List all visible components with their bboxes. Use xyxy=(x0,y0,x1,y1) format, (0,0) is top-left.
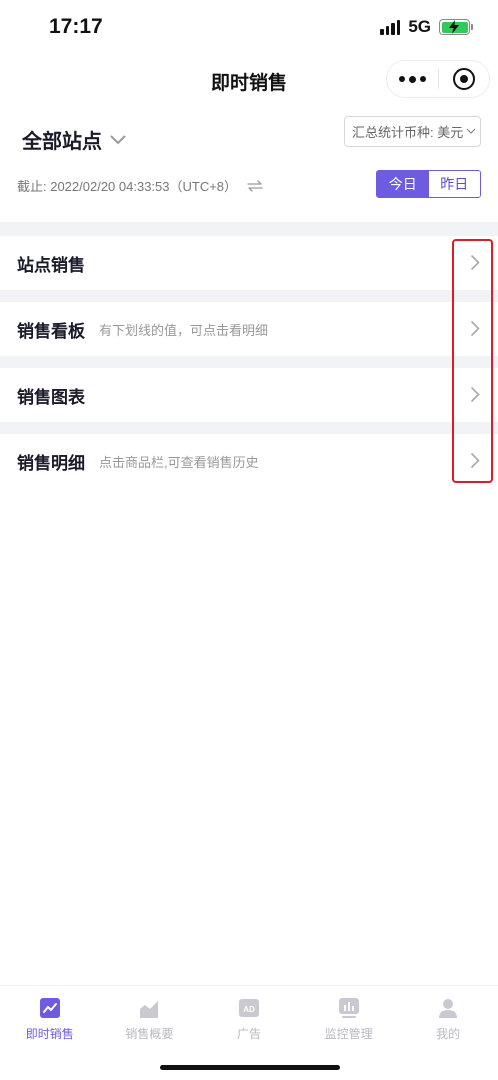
swap-icon[interactable] xyxy=(247,179,263,192)
highlight-annotation-box xyxy=(452,239,493,483)
ad-icon: AD xyxy=(238,999,259,1017)
svg-text:AD: AD xyxy=(243,1005,255,1014)
section-divider xyxy=(0,222,498,236)
mini-program-capsule xyxy=(386,60,490,98)
day-toggle: 今日 昨日 xyxy=(376,170,481,198)
signal-icon xyxy=(380,19,401,35)
home-indicator xyxy=(160,1065,340,1070)
target-icon xyxy=(452,68,475,90)
network-type: 5G xyxy=(408,17,431,36)
tab-label: 监控管理 xyxy=(324,1027,373,1041)
more-dots-icon xyxy=(398,75,426,83)
menu-row-title: 销售明细 xyxy=(17,453,85,473)
menu-row-title: 销售看板 xyxy=(17,321,85,341)
person-icon xyxy=(439,999,458,1018)
menu-row-hint: 点击商品栏,可查看销售历史 xyxy=(99,454,259,470)
menu-row-hint: 有下划线的值，可点击看明细 xyxy=(99,322,269,338)
today-button[interactable]: 今日 xyxy=(377,171,429,197)
nav-bar: 即时销售 xyxy=(0,54,498,104)
section-divider xyxy=(0,422,498,434)
menu-row-sales-details[interactable]: 销售明细 点击商品栏,可查看销售历史 xyxy=(0,434,498,488)
menu-row-sales-dashboard[interactable]: 销售看板 有下划线的值，可点击看明细 xyxy=(0,302,498,356)
as-of-timestamp: 截止: 2022/02/20 04:33:53（UTC+8） xyxy=(17,176,263,195)
status-time: 17:17 xyxy=(49,15,103,38)
chart-line-icon xyxy=(39,998,60,1018)
close-mini-program-button[interactable] xyxy=(438,60,489,98)
chevron-down-icon xyxy=(466,128,476,134)
area-chart-icon xyxy=(140,1001,159,1018)
as-of-text: 截止: 2022/02/20 04:33:53（UTC+8） xyxy=(17,179,238,194)
tab-profile[interactable]: 我的 xyxy=(398,986,498,1080)
section-divider xyxy=(0,356,498,368)
status-bar: 17:17 5G xyxy=(0,0,498,54)
currency-selector[interactable]: 汇总统计币种: 美元 xyxy=(344,116,481,147)
site-selector[interactable]: 全部站点 xyxy=(22,125,126,154)
tab-label: 销售概要 xyxy=(125,1027,174,1041)
status-indicators: 5G xyxy=(380,17,473,37)
currency-selector-label: 汇总统计币种: 美元 xyxy=(352,125,464,140)
yesterday-button[interactable]: 昨日 xyxy=(428,171,480,197)
site-selector-label: 全部站点 xyxy=(22,131,102,153)
monitor-bars-icon xyxy=(338,998,359,1018)
section-divider xyxy=(0,290,498,302)
more-button[interactable] xyxy=(387,60,438,98)
tab-label: 广告 xyxy=(236,1027,261,1041)
tab-label: 我的 xyxy=(436,1027,461,1041)
menu-row-title: 站点销售 xyxy=(17,255,85,275)
chevron-down-icon xyxy=(110,135,126,144)
menu-row-title: 销售图表 xyxy=(17,387,85,407)
tab-label: 即时销售 xyxy=(25,1027,74,1041)
tab-instant-sales[interactable]: 即时销售 xyxy=(0,986,100,1080)
battery-icon xyxy=(439,19,473,35)
menu-row-site-sales[interactable]: 站点销售 xyxy=(0,236,498,290)
menu-row-sales-charts[interactable]: 销售图表 xyxy=(0,368,498,422)
